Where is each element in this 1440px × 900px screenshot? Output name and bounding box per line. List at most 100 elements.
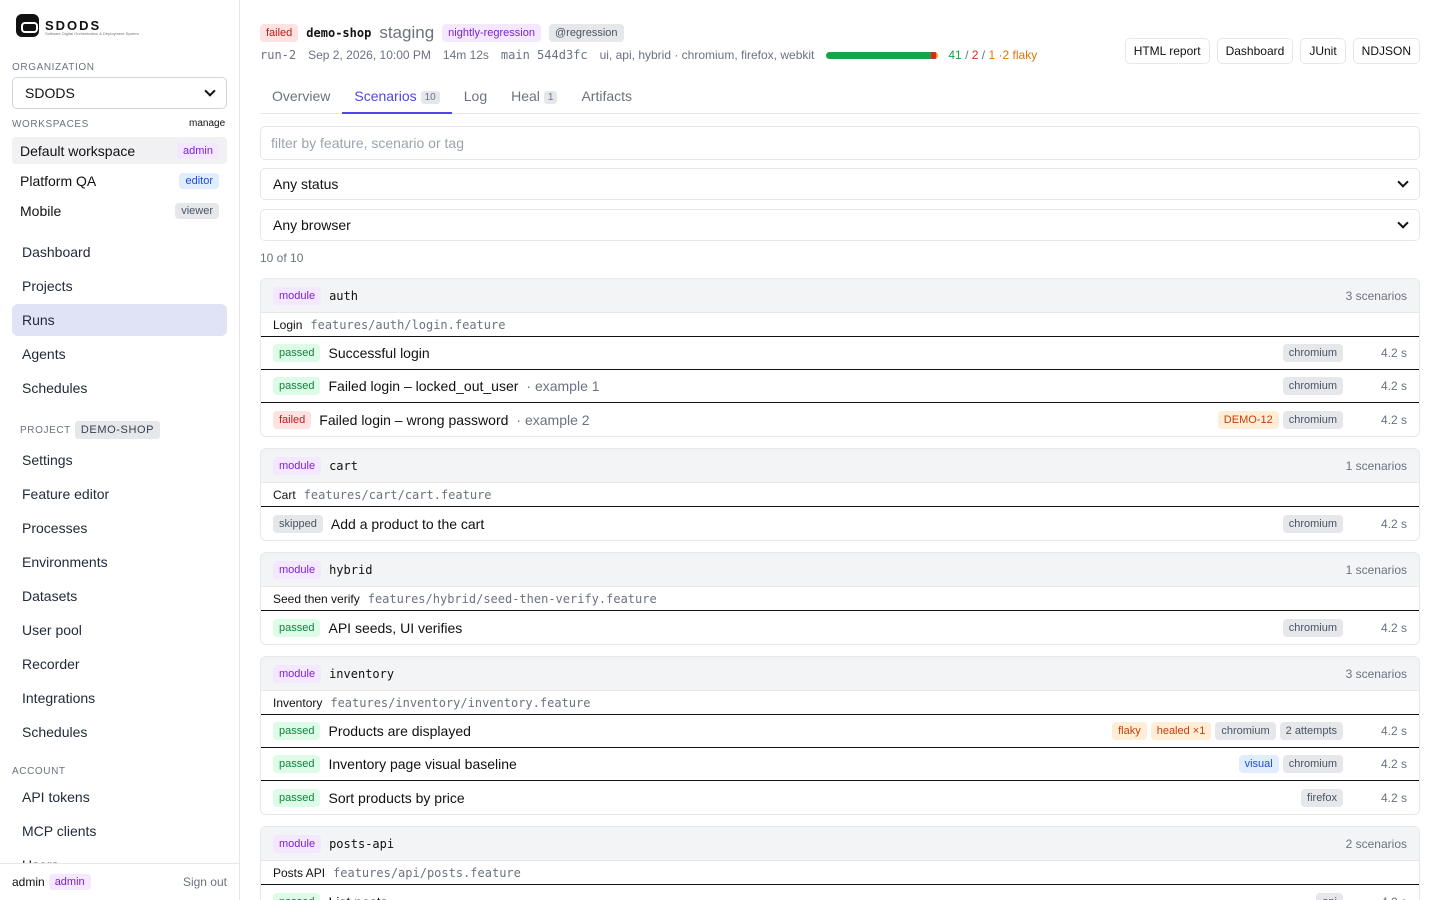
nav-mcp-clients[interactable]: MCP clients [12,815,227,847]
scenario-filter-input[interactable]: filter by feature, scenario or tag [260,126,1420,160]
scenario-meta: chromium 4.2 s [1282,618,1407,637]
module-header[interactable]: module cart 1 scenarios [261,449,1419,482]
browser-filter-select[interactable]: Any browser [260,209,1420,241]
tab-scenarios[interactable]: Scenarios 10 [342,78,452,114]
tab-overview[interactable]: Overview [260,78,342,114]
scenario-row[interactable]: passed Products are displayed flaky healed … [261,715,1419,748]
module-badge: module [273,456,322,475]
scenario-meta: api 4.2 s [1316,892,1407,900]
nav-processes[interactable]: Processes [12,512,227,544]
scenario-example: · example 1 [526,378,600,394]
scenario-duration: 4.2 s [1380,516,1407,531]
nav-agents[interactable]: Agents [12,338,227,370]
scenario-tag: flaky [1112,722,1147,740]
feature-row[interactable]: Login features/auth/login.feature [261,312,1419,337]
nav-project-schedules[interactable]: Schedules [12,716,227,748]
nav-projects[interactable]: Projects [12,270,227,302]
feature-name: Cart [273,487,296,502]
scenario-row[interactable]: passed Failed login – locked_out_user · ex… [261,370,1419,403]
module-header[interactable]: module posts-api 2 scenarios [261,827,1419,860]
scenario-row[interactable]: passed List posts api 4.2 s [261,885,1419,900]
tab-heal[interactable]: Heal 1 [499,78,569,114]
feature-row[interactable]: Seed then verify features/hybrid/seed-the… [261,586,1419,611]
progress-skipped-segment [935,51,939,59]
scenario-row[interactable]: passed Sort products by price firefox 4.2 s [261,781,1419,814]
scenario-duration: 4.2 s [1380,790,1407,805]
scenario-title: API seeds, UI verifies [328,619,463,636]
chevron-down-icon [204,85,216,97]
junit-button[interactable]: JUnit [1300,38,1346,64]
nav-schedules[interactable]: Schedules [12,372,227,404]
tab-log[interactable]: Log [452,78,499,114]
module-posts-api: module posts-api 2 scenarios Posts API featu… [260,826,1420,900]
scenario-duration: 4.2 s [1347,895,1407,900]
feature-path: features/api/posts.feature [333,865,521,880]
feature-name: Posts API [273,865,326,880]
run-date: Sep 2, 2026, 10:00 PM [308,48,431,62]
org-select-value: SDODS [25,85,75,101]
org-select[interactable]: SDODS [12,77,227,109]
ndjson-button[interactable]: NDJSON [1352,38,1420,64]
scenario-title: Inventory page visual baseline [328,756,517,772]
tab-artifacts[interactable]: Artifacts [569,78,644,114]
workspace-mobile[interactable]: Mobile viewer [12,197,227,224]
nav-dashboard[interactable]: Dashboard [12,236,227,268]
feature-path: features/inventory/inventory.feature [330,695,591,710]
html-report-button[interactable]: HTML report [1124,38,1210,64]
sign-out-link[interactable]: Sign out [183,875,227,889]
nav-recorder[interactable]: Recorder [12,648,227,680]
run-targets: ui, api, hybrid · chromium, firefox, web… [599,48,815,62]
workspace-platform-qa[interactable]: Platform QA editor [12,167,227,194]
nav-runs[interactable]: Runs [12,304,227,336]
scenario-meta: visual chromium 4.2 s [1238,755,1407,773]
module-header[interactable]: module inventory 3 scenarios [261,657,1419,690]
manage-workspaces-link[interactable]: manage [189,118,225,129]
feature-name: Login [273,317,303,332]
scenario-status-badge: passed [273,755,321,773]
feature-row[interactable]: Cart features/cart/cart.feature [261,482,1419,507]
feature-row[interactable]: Inventory features/inventory/inventory.fe… [261,690,1419,715]
nav-integrations[interactable]: Integrations [12,682,227,714]
tab-count: 10 [420,91,440,104]
nav-feature-editor[interactable]: Feature editor [12,478,227,510]
dashboard-button[interactable]: Dashboard [1216,38,1294,64]
module-name: hybrid [329,562,373,577]
module-header[interactable]: module hybrid 1 scenarios [261,553,1419,586]
scenario-row[interactable]: passed Successful login chromium 4.2 s [261,337,1419,370]
nav-settings[interactable]: Settings [12,444,227,476]
scenario-tag: chromium [1282,410,1343,429]
nav-user-pool[interactable]: User pool [12,614,227,646]
workspace-name: Mobile [20,202,62,219]
status-filter-select[interactable]: Any status [260,168,1420,200]
nav-api-tokens[interactable]: API tokens [12,781,227,813]
run-tag-badge: nightly-regression [442,24,541,42]
scenario-row[interactable]: failed Failed login – wrong password · exa… [261,403,1419,436]
workspace-default[interactable]: Default workspace admin [12,137,227,164]
module-name: auth [329,288,358,303]
module-auth: module auth 3 scenarios Login features/auth/… [260,278,1420,437]
feature-path: features/hybrid/seed-then-verify.feature [367,591,657,606]
scenario-row[interactable]: skipped Add a product to the cart chromium… [261,507,1419,540]
tab-label: Artifacts [581,88,633,104]
scenario-row[interactable]: passed Inventory page visual baseline visu… [261,748,1419,781]
module-name: cart [329,458,358,473]
run-tabs: Overview Scenarios 10 Log Heal 1 Artifacts [260,78,1420,114]
scenario-duration: 4.2 s [1380,379,1407,393]
run-project: demo-shop [306,26,372,40]
module-badge: module [273,286,322,305]
scenario-title: Sort products by price [328,789,465,806]
scenario-row[interactable]: passed API seeds, UI verifies chromium 4.2 … [261,611,1419,644]
scenario-duration: 4.2 s [1380,346,1407,360]
nav-datasets[interactable]: Datasets [12,580,227,612]
run-meta: run-2 Sep 2, 2026, 10:00 PM 14m 12s main… [260,48,1037,62]
scenario-meta: firefox 4.2 s [1301,788,1407,807]
user-role-badge: admin [48,874,91,890]
run-status-badge: failed [260,24,299,42]
module-header[interactable]: module auth 3 scenarios [261,279,1419,312]
logo[interactable]: SDODS Software Digital Orchestration & D… [16,14,139,37]
feature-row[interactable]: Posts API features/api/posts.feature [261,860,1419,885]
module-scenario-count: 1 scenarios [1345,562,1407,577]
tab-label: Overview [272,88,331,104]
nav-environments[interactable]: Environments [12,546,227,578]
scenario-status-badge: passed [273,892,321,900]
